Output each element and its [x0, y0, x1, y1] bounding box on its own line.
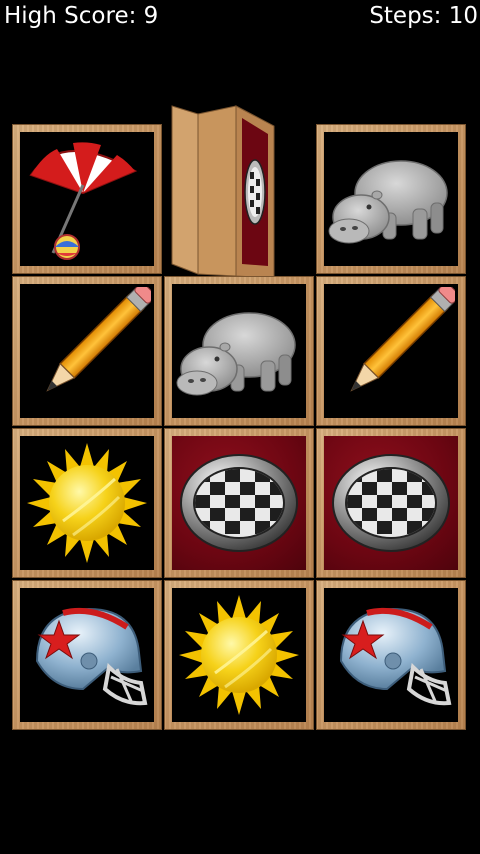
tile-r1-c1[interactable]	[164, 276, 314, 426]
football-helmet-icon	[327, 591, 455, 719]
tile-face	[172, 588, 306, 722]
tile-face	[324, 284, 458, 418]
steps-counter: Steps: 10	[369, 3, 478, 29]
tile-r0-c0[interactable]	[12, 124, 162, 274]
tile-r3-c1[interactable]	[164, 580, 314, 730]
hippo-icon	[327, 135, 455, 263]
tile-face	[20, 436, 154, 570]
checkered-button-icon	[244, 159, 266, 225]
football-helmet-icon	[23, 591, 151, 719]
tile-r3-c0[interactable]	[12, 580, 162, 730]
tile-face	[20, 284, 154, 418]
tile-face	[324, 132, 458, 266]
tile-r3-c2[interactable]	[316, 580, 466, 730]
tile-r0-c2[interactable]	[316, 124, 466, 274]
tile-face	[20, 132, 154, 266]
tile-r2-c0[interactable]	[12, 428, 162, 578]
tile-r2-c2[interactable]	[316, 428, 466, 578]
flipping-card	[171, 105, 275, 279]
checkered-button-icon	[175, 439, 303, 567]
sun-icon	[175, 591, 303, 719]
tile-face	[324, 436, 458, 570]
tile-r2-c1[interactable]	[164, 428, 314, 578]
pencil-icon	[327, 287, 455, 415]
tile-r0-c1-flipping[interactable]	[168, 104, 278, 280]
tile-face	[172, 436, 306, 570]
tile-face	[324, 588, 458, 722]
tile-r1-c0[interactable]	[12, 276, 162, 426]
high-score-label: High Score: 9	[4, 3, 159, 29]
sun-icon	[23, 439, 151, 567]
tile-face	[20, 588, 154, 722]
hippo-icon	[175, 287, 303, 415]
tile-face	[172, 284, 306, 418]
checkered-button-icon	[327, 439, 455, 567]
pencil-icon	[23, 287, 151, 415]
hud-bar: High Score: 9 Steps: 10	[0, 0, 480, 32]
tile-r1-c2[interactable]	[316, 276, 466, 426]
beach-umbrella-icon	[23, 135, 151, 263]
